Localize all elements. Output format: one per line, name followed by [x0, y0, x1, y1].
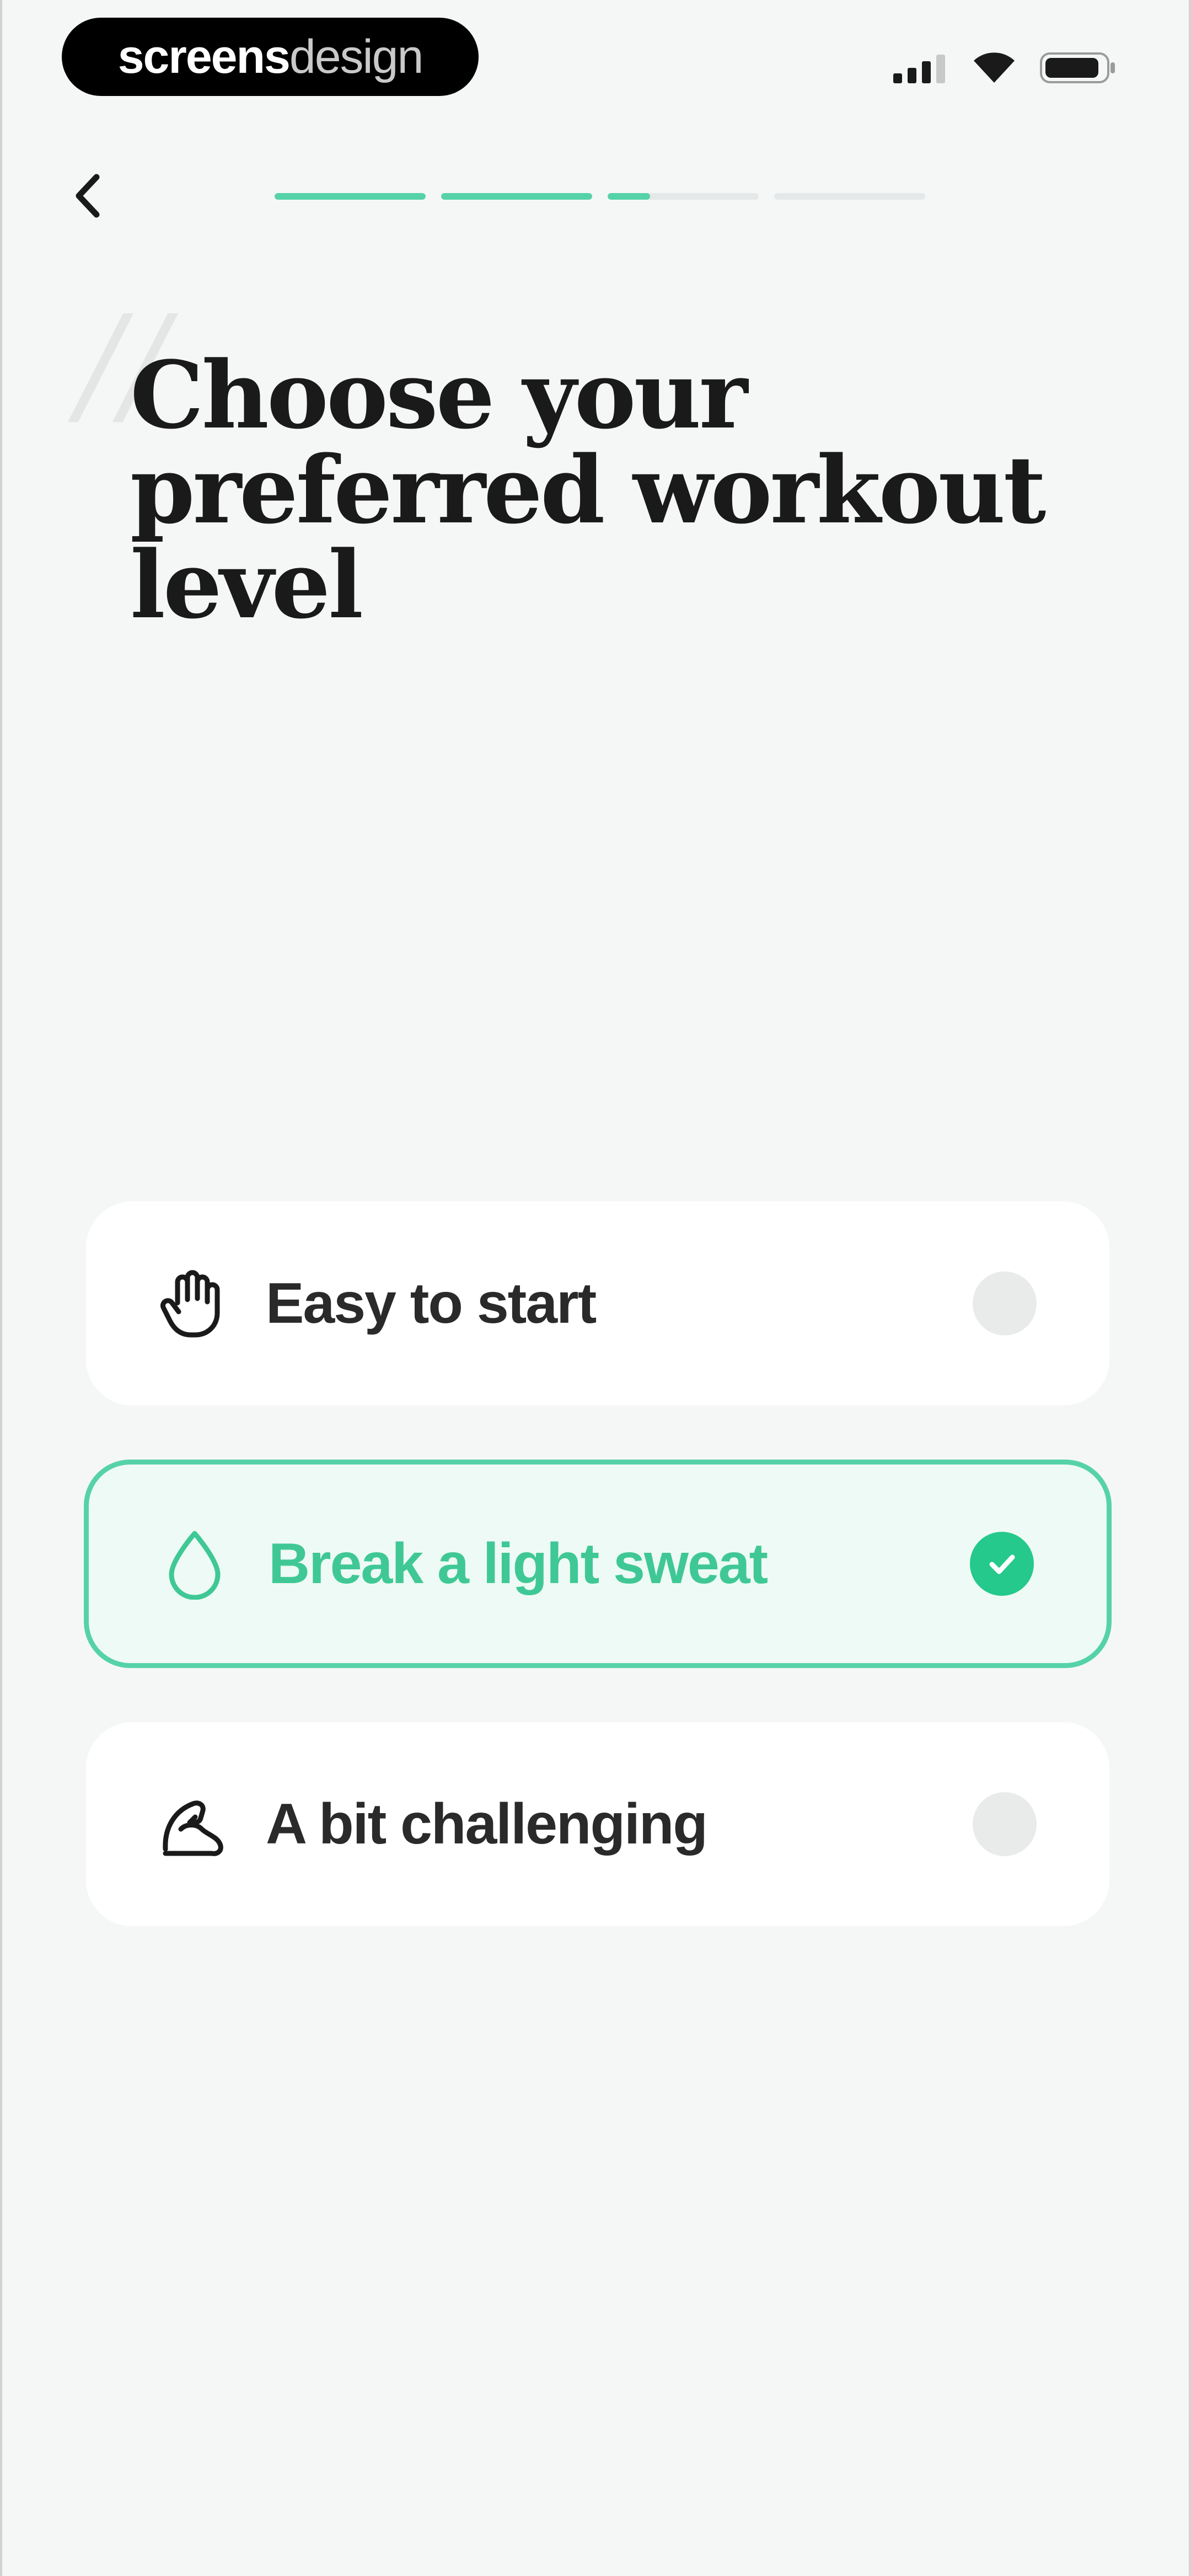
workout-level-screen: screens design // Choose your preferred w…: [0, 0, 1191, 2576]
watermark-part-b: design: [289, 30, 423, 83]
progress-segment: [774, 193, 925, 200]
back-button[interactable]: [63, 165, 112, 226]
wifi-icon: [974, 52, 1015, 83]
signal-icon: [893, 55, 945, 83]
flexed-arm-icon: [159, 1788, 225, 1860]
option-easy-to-start[interactable]: Easy to start: [86, 1201, 1109, 1405]
radio-indicator: [973, 1271, 1037, 1335]
chevron-left-icon: [76, 174, 100, 218]
battery-icon: [1040, 52, 1115, 83]
progress-fill: [441, 193, 592, 200]
check-icon: [989, 1554, 1015, 1574]
radio-indicator: [973, 1792, 1037, 1856]
status-bar-icons: [893, 49, 1117, 87]
screensdesign-watermark: screens design: [62, 18, 479, 96]
option-label: Break a light sweat: [269, 1531, 768, 1596]
option-a-bit-challenging[interactable]: A bit challenging: [86, 1722, 1109, 1926]
option-break-a-light-sweat[interactable]: Break a light sweat: [84, 1460, 1112, 1668]
droplet-icon: [162, 1528, 228, 1600]
option-label: A bit challenging: [266, 1792, 708, 1856]
hand-icon: [159, 1268, 225, 1339]
watermark-part-a: screens: [117, 30, 291, 83]
option-label: Easy to start: [266, 1271, 597, 1335]
page-title: Choose your preferred workout level: [130, 340, 1046, 639]
progress-segment: [441, 193, 592, 200]
onboarding-progress: [275, 193, 925, 200]
radio-indicator: [970, 1532, 1034, 1596]
workout-level-options: Easy to start Break a light sweat A bit …: [84, 1201, 1112, 1980]
progress-segment: [608, 193, 759, 200]
progress-fill: [275, 193, 426, 200]
progress-segment: [275, 193, 426, 200]
progress-fill: [608, 193, 650, 200]
